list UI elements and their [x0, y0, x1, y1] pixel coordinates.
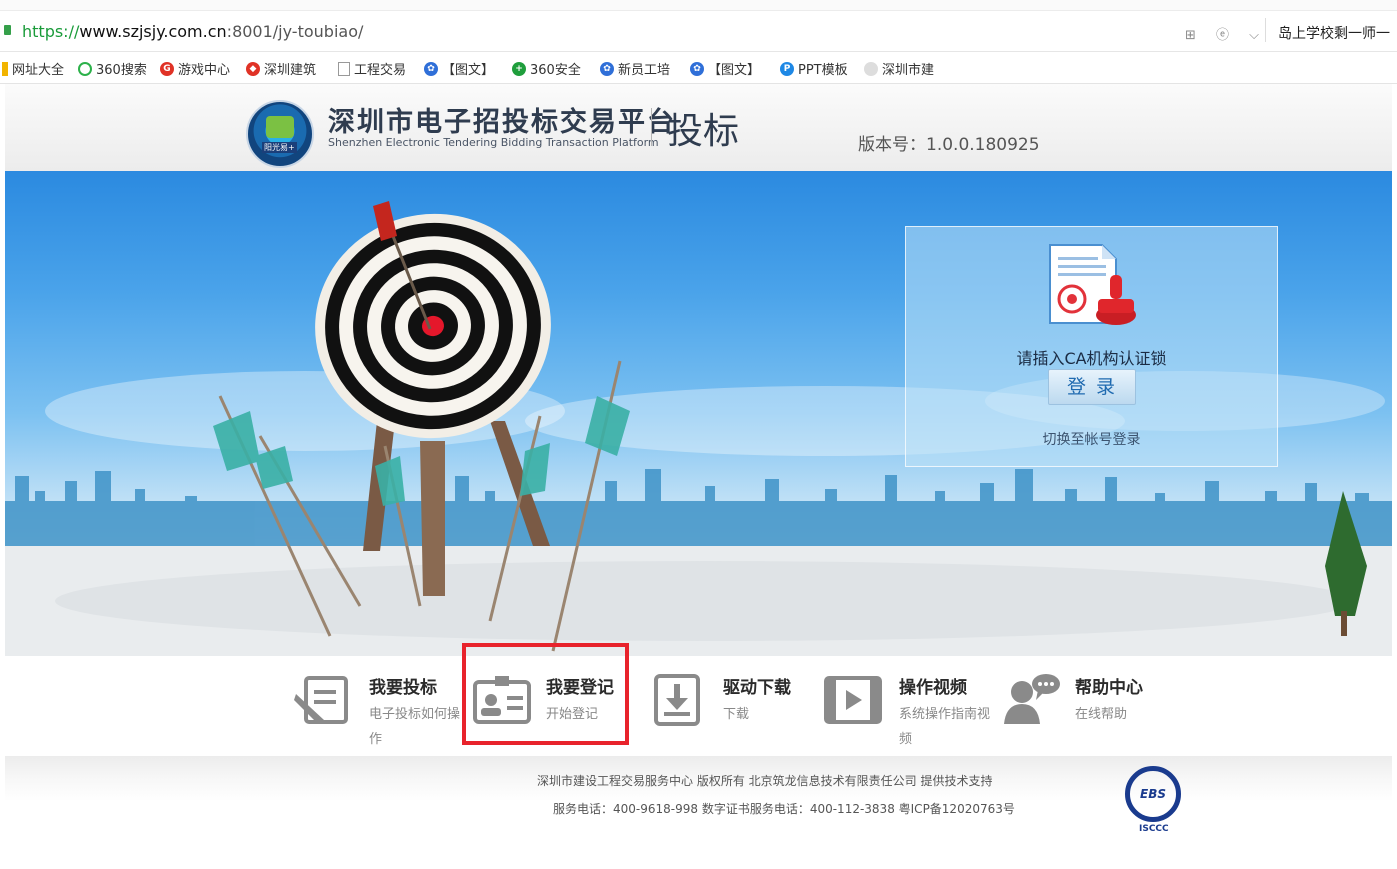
ebs-badge-label: EBS: [1140, 787, 1166, 801]
browser-address-bar: https://www.szjsjy.com.cn:8001/jy-toubia…: [0, 0, 1397, 52]
bookmark-item[interactable]: 深圳市建: [864, 59, 934, 78]
version-label: 版本号：1.0.0.180925: [858, 135, 1040, 155]
nav-title: 帮助中心: [1075, 678, 1143, 698]
footer-contact: 服务电话：400-9618-998 数字证书服务电话：400-112-3838 …: [553, 802, 1015, 816]
login-button[interactable]: 登录: [1048, 369, 1136, 405]
bookmark-item[interactable]: 工程交易: [338, 59, 406, 78]
bookmark-label: 新员工培: [618, 63, 671, 78]
ppt-icon: P: [780, 61, 794, 76]
quick-nav: 我要投标 电子投标如何操作 我要登记 开始登记 驱动下载 下载 操作视频 系统操…: [5, 656, 1392, 756]
bookmark-icon: [2, 61, 8, 76]
paw-icon: ✿: [424, 61, 438, 76]
video-icon: [824, 676, 882, 724]
nav-item-bid[interactable]: 我要投标 电子投标如何操作: [294, 670, 464, 752]
bookmark-label: 【图文】: [708, 63, 761, 78]
bookmark-label: 【图文】: [442, 63, 495, 78]
url-host: www.szjsjy.com.cn: [79, 22, 227, 41]
bookmark-item[interactable]: 360搜索: [78, 59, 147, 78]
ca-login-panel: 请插入CA机构认证锁 登录 切换至帐号登录: [905, 226, 1278, 467]
nav-item-driver-download[interactable]: 驱动下载 下载: [648, 670, 808, 752]
bookmark-item[interactable]: G 游戏中心: [160, 59, 230, 78]
bookmark-label: 网址大全: [12, 63, 65, 78]
nav-item-help[interactable]: 帮助中心 在线帮助: [1000, 670, 1160, 752]
game-icon: G: [160, 61, 174, 76]
page-icon: [338, 61, 350, 76]
nav-title: 驱动下载: [723, 678, 791, 698]
search-suggestion-text[interactable]: 岛上学校剩一师一: [1278, 23, 1390, 43]
url-scheme: https://: [22, 22, 80, 41]
nav-title: 我要投标: [369, 678, 437, 698]
site-title: 深圳市电子招投标交易平台: [328, 107, 676, 138]
bookmark-label: 深圳建筑: [264, 63, 317, 78]
logo-tag: 阳光易+: [262, 142, 297, 153]
url-field[interactable]: https://www.szjsjy.com.cn:8001/jy-toubia…: [22, 22, 363, 41]
address-bar-divider: [1265, 18, 1266, 42]
header-divider: [651, 108, 652, 146]
bookmark-label: PPT模板: [798, 63, 848, 78]
site-header: 阳光易+ 深圳市电子招投标交易平台 Shenzhen Electronic Te…: [5, 84, 1392, 172]
url-path: :8001/jy-toubiao/: [226, 22, 364, 41]
site-footer: 深圳市建设工程交易服务中心 版权所有 北京筑龙信息技术有限责任公司 提供技术支持…: [5, 756, 1392, 869]
bookmarks-bar: 网址大全 360搜索 G 游戏中心 ◆ 深圳建筑 工程交易 ✿ 【图文】 +360安全…: [0, 52, 1397, 84]
bookmark-item[interactable]: +360安全: [512, 59, 581, 78]
edit-document-icon: [294, 676, 348, 724]
bookmark-site-icon: [864, 61, 878, 76]
bookmark-item[interactable]: ◆ 深圳建筑: [246, 59, 316, 78]
nav-subtitle: 下载: [723, 707, 750, 722]
bookmark-item[interactable]: ✿ 【图文】: [424, 59, 494, 78]
nav-title: 操作视频: [899, 678, 967, 698]
bookmark-site-icon: ◆: [246, 61, 260, 76]
switch-to-account-login-link[interactable]: 切换至帐号登录: [906, 429, 1277, 449]
nav-subtitle: 在线帮助: [1075, 707, 1128, 722]
nav-item-video[interactable]: 操作视频 系统操作指南视频: [824, 670, 994, 752]
download-icon: [654, 674, 700, 726]
bookmark-label: 工程交易: [354, 63, 407, 78]
paw-icon: ✿: [600, 61, 614, 76]
lock-icon: [4, 25, 11, 35]
help-chat-icon: [1004, 674, 1060, 724]
highlight-box: [462, 643, 629, 745]
ebs-badge-caption: ISCCC: [1139, 824, 1169, 834]
bookmark-label: 360安全: [530, 63, 581, 78]
paw-icon: ✿: [690, 61, 704, 76]
bookmark-item[interactable]: ✿ 【图文】: [690, 59, 760, 78]
bookmark-item[interactable]: ✿ 新员工培: [600, 59, 670, 78]
nav-subtitle: 系统操作指南视频: [899, 707, 991, 747]
bookmark-label: 深圳市建: [882, 63, 935, 78]
bookmark-label: 游戏中心: [178, 63, 231, 78]
ebs-badge-icon: EBS: [1125, 766, 1181, 822]
logo-mark-icon: [266, 116, 294, 138]
site-subtitle: Shenzhen Electronic Tendering Bidding Tr…: [328, 136, 659, 149]
hero-banner: 请插入CA机构认证锁 登录 切换至帐号登录: [5, 171, 1392, 656]
footer-copyright: 深圳市建设工程交易服务中心 版权所有 北京筑龙信息技术有限责任公司 提供技术支持: [537, 774, 993, 788]
browser-tab-strip: [0, 0, 1397, 11]
address-bar-tools-icon[interactable]: ⊞ ⓔ ⌵: [1185, 24, 1267, 43]
bookmark-item[interactable]: 网址大全: [2, 59, 64, 78]
platform-logo[interactable]: 阳光易+: [246, 100, 314, 168]
module-name: 投标: [667, 111, 740, 152]
shield-icon: +: [512, 61, 526, 76]
nav-subtitle: 电子投标如何操作: [369, 707, 461, 747]
search-icon: [78, 61, 92, 76]
certificate-seal-icon: [1049, 244, 1136, 325]
bookmark-label: 360搜索: [96, 63, 147, 78]
bookmark-item[interactable]: P PPT模板: [780, 59, 848, 78]
ca-prompt-text: 请插入CA机构认证锁: [1016, 349, 1167, 368]
